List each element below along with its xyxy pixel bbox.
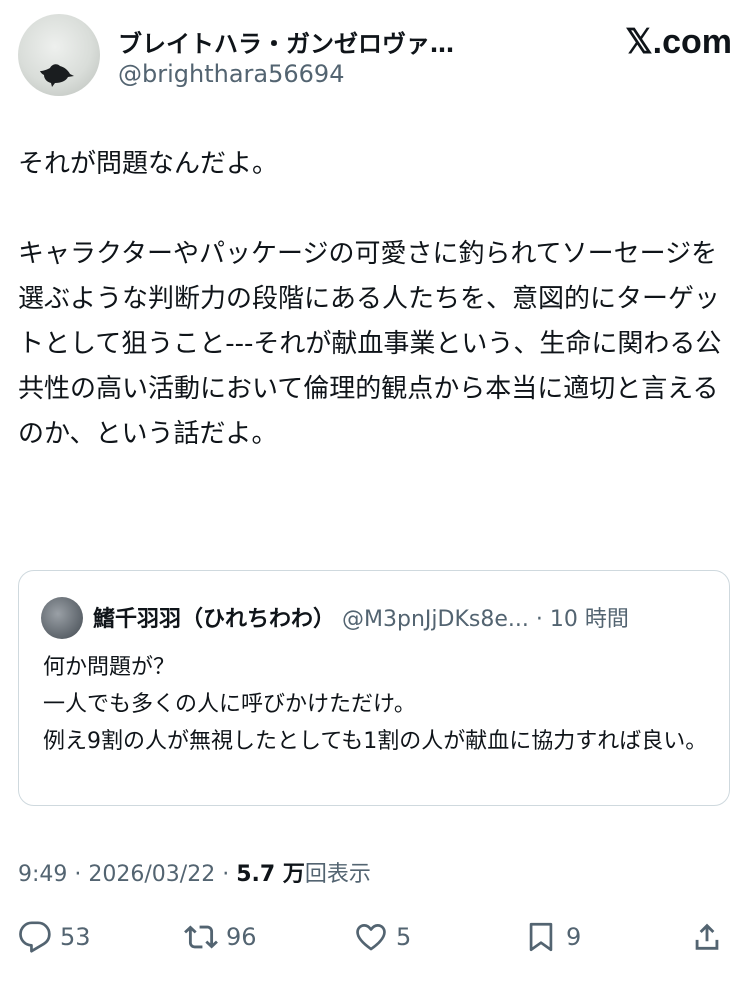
repost-icon (184, 925, 218, 949)
reply-count: 53 (60, 923, 91, 951)
quoted-separator: · (528, 607, 550, 632)
quoted-author-name: 鰭千羽羽（ひれちわわ） (93, 607, 336, 632)
bookmark-count: 9 (566, 923, 582, 951)
views-count: 5.7 万 (236, 862, 305, 887)
repost-count: 96 (226, 923, 257, 951)
post-header: ブレイトハラ・ガンゼロヴァ… @brighthara56694 𝕏.com (18, 14, 732, 100)
author-avatar[interactable] (18, 14, 100, 96)
quoted-post-time: 10 時間 (549, 607, 629, 632)
action-bar: 53 96 5 9 (18, 914, 732, 960)
repost-button[interactable]: 96 (184, 914, 257, 960)
post-text: それが問題なんだよ。 キャラクターやパッケージの可愛さに釣られてソーセージを選ぶ… (18, 149, 722, 449)
meta-separator: · (67, 862, 89, 887)
post-time[interactable]: 9:49 (18, 862, 67, 887)
quoted-author-avatar (41, 597, 83, 639)
x-logo: 𝕏.com (625, 23, 732, 61)
views-label: 回表示 (304, 862, 371, 887)
bookmark-button[interactable]: 9 (524, 914, 581, 960)
share-icon (695, 923, 719, 950)
quoted-post[interactable]: 鰭千羽羽（ひれちわわ） @M3pnJjDKs8e... · 10 時間 何か問題… (18, 570, 730, 806)
quoted-author-handle: @M3pnJjDKs8e... (342, 607, 529, 632)
like-button[interactable]: 5 (354, 914, 411, 960)
like-count: 5 (396, 923, 412, 951)
post-meta: 9:49 · 2026/03/22 · 5.7 万回表示 (18, 856, 371, 888)
bird-silhouette-icon (40, 64, 74, 87)
like-icon (356, 924, 386, 951)
reply-button[interactable]: 53 (18, 914, 91, 960)
post-date[interactable]: 2026/03/22 (88, 862, 215, 887)
meta-separator-2: · (215, 862, 237, 887)
author-handle[interactable]: @brighthara56694 (118, 60, 344, 88)
share-button[interactable] (690, 914, 724, 960)
author-display-name[interactable]: ブレイトハラ・ガンゼロヴァ… (118, 24, 454, 59)
quoted-post-text: 何か問題が？ 一人でも多くの人に呼びかけただけ。 例え9割の人が無視したとしても… (43, 655, 708, 754)
reply-icon (19, 921, 51, 953)
quoted-post-header: 鰭千羽羽（ひれちわわ） @M3pnJjDKs8e... · 10 時間 (93, 601, 629, 633)
bookmark-icon (529, 922, 553, 952)
